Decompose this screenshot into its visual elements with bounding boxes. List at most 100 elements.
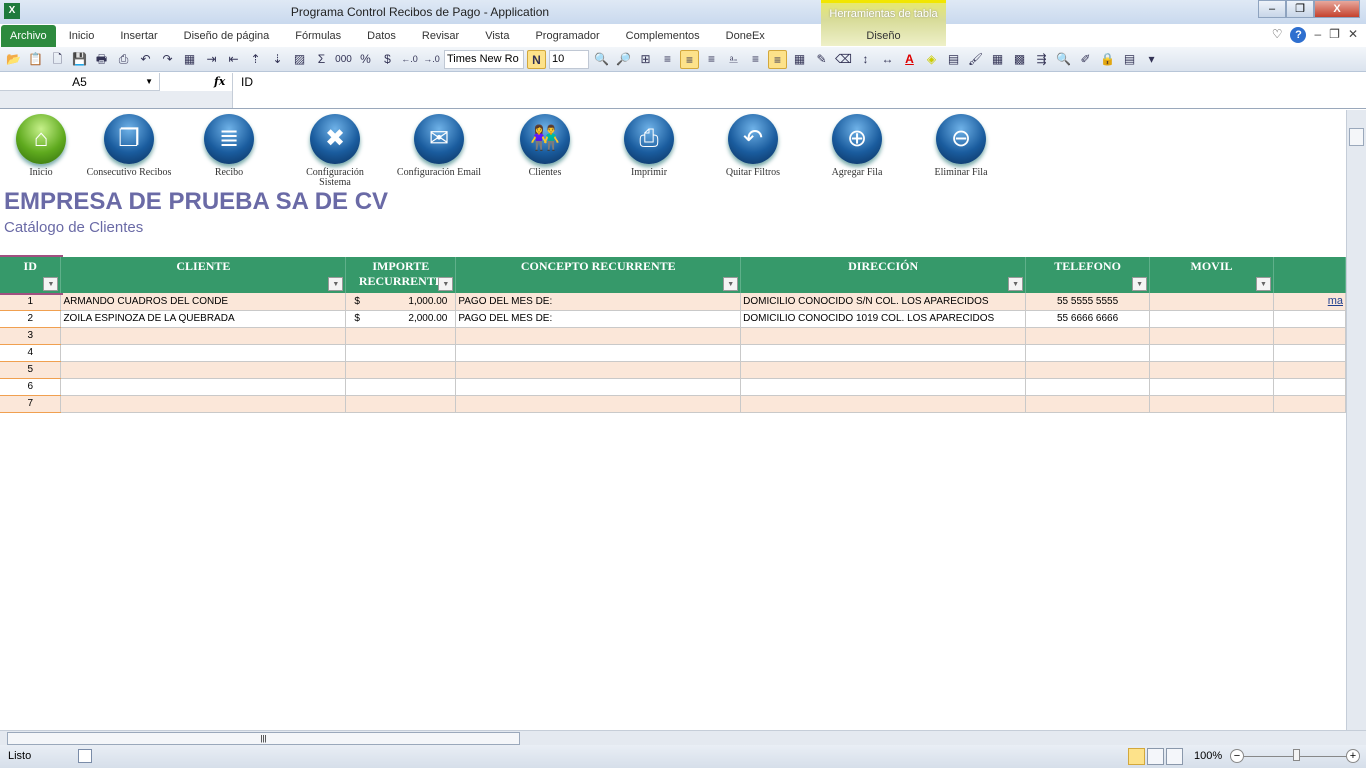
minimize-button[interactable]: – (1258, 0, 1286, 18)
tab-0[interactable]: Archivo (1, 24, 56, 47)
align-middle-icon[interactable]: ≡ (746, 50, 765, 69)
search-icon[interactable]: 🔎 (614, 50, 633, 69)
cell-email-link[interactable] (1273, 361, 1346, 379)
save-icon[interactable]: 💾 (70, 50, 89, 69)
nav-button-4[interactable]: ✉ Configuración Email (394, 114, 484, 178)
column-header[interactable]: IMPORTE RECURRENTE ▼ (345, 257, 457, 293)
insert-function-icon[interactable]: fx (214, 75, 225, 88)
tab-5[interactable]: Datos (354, 25, 409, 47)
nav-button-3[interactable]: ✖ Configuración Sistema (290, 114, 380, 188)
cell-id[interactable]: 1 (0, 293, 62, 311)
filter-dropdown-icon[interactable]: ▼ (1255, 277, 1271, 291)
column-header[interactable]: ID ▼ (0, 255, 63, 295)
horizontal-scrollbar[interactable]: ||| (0, 730, 1366, 745)
fill-color-icon[interactable]: ◈ (922, 50, 941, 69)
decrease-decimal-icon[interactable]: →.0 (422, 50, 441, 69)
edit-icon[interactable]: ✐ (1076, 50, 1095, 69)
font-name-select[interactable]: Times New Ro (444, 49, 524, 69)
column-width-icon[interactable]: ↔ (878, 50, 897, 69)
tab-4[interactable]: Fórmulas (282, 25, 354, 47)
cell-telefono[interactable] (1025, 378, 1151, 396)
cell-importe[interactable] (345, 378, 457, 396)
cell-movil[interactable] (1149, 293, 1274, 311)
cell-concepto[interactable]: PAGO DEL MES DE: (455, 293, 742, 311)
cell-email-link[interactable] (1273, 310, 1346, 328)
lock-icon[interactable]: 🔒 (1098, 50, 1117, 69)
cell-cliente[interactable] (60, 327, 347, 345)
column-header[interactable]: TELEFONO ▼ (1025, 257, 1151, 293)
cell-telefono[interactable] (1025, 327, 1151, 345)
cell-id[interactable]: 4 (0, 344, 62, 362)
nav-button-0[interactable]: ⌂ Inicio (0, 114, 86, 178)
cell-importe[interactable] (345, 327, 457, 345)
cell-cliente[interactable] (60, 378, 347, 396)
zoom-level[interactable]: 100% (1194, 750, 1222, 762)
form-icon[interactable]: ▤ (1120, 50, 1139, 69)
cell-cliente[interactable]: ARMANDO CUADROS DEL CONDE (60, 293, 347, 311)
print-icon[interactable]: ⎙ (114, 50, 133, 69)
paste-icon[interactable]: 📋 (26, 50, 45, 69)
nav-button-9[interactable]: ⊖ Eliminar Fila (916, 114, 1006, 178)
picture-icon[interactable]: ▨ (290, 50, 309, 69)
workbook-restore-icon[interactable]: ❐ (1329, 27, 1340, 43)
cell-direccion[interactable]: DOMICILIO CONOCIDO S/N COL. LOS APARECID… (740, 293, 1027, 311)
zoom-in-icon[interactable]: + (1346, 749, 1360, 763)
cell-concepto[interactable] (455, 344, 742, 362)
cell-direccion[interactable] (740, 361, 1027, 379)
vertical-scrollbar[interactable] (1346, 110, 1366, 730)
minimize-ribbon-icon[interactable]: ♡ (1272, 27, 1283, 43)
workbook-close-icon[interactable]: ✕ (1348, 27, 1358, 43)
tab-2[interactable]: Insertar (107, 25, 170, 47)
align-bottom-icon[interactable]: ⎁ (724, 50, 743, 69)
align-center-icon[interactable]: ≡ (680, 49, 699, 69)
column-header[interactable]: CONCEPTO RECURRENTE ▼ (455, 257, 742, 293)
cell-concepto[interactable] (455, 395, 742, 413)
customize-icon[interactable]: ▾ (1142, 50, 1161, 69)
delete-rows-icon[interactable]: ⇣ (268, 50, 287, 69)
cell-direccion[interactable] (740, 378, 1027, 396)
delete-cells-icon[interactable]: ⇤ (224, 50, 243, 69)
help-icon[interactable]: ? (1290, 27, 1307, 43)
name-box[interactable]: A5 ▼ (0, 73, 160, 91)
cell-email-link[interactable] (1273, 395, 1346, 413)
font-color-icon[interactable]: A (900, 50, 919, 69)
cell-concepto[interactable] (455, 378, 742, 396)
filter-dropdown-icon[interactable]: ▼ (1008, 277, 1024, 291)
column-header[interactable]: CLIENTE ▼ (60, 257, 347, 293)
redo-icon[interactable]: ↷ (158, 50, 177, 69)
cell-email-link[interactable] (1273, 344, 1346, 362)
tab-10[interactable]: DoneEx (713, 25, 778, 47)
print-preview-icon[interactable]: 🖶 (92, 50, 111, 69)
filter-dropdown-icon[interactable]: ▼ (328, 277, 344, 291)
indent-icon[interactable]: ⇶ (1032, 50, 1051, 69)
cell-importe[interactable] (345, 344, 457, 362)
nav-button-7[interactable]: ↶ Quitar Filtros (708, 114, 798, 178)
nav-button-5[interactable]: 👫 Clientes (500, 114, 590, 178)
format-icon[interactable]: ▦ (180, 50, 199, 69)
restore-button[interactable]: ❐ (1286, 0, 1314, 18)
cell-telefono[interactable] (1025, 395, 1151, 413)
formula-input[interactable]: ID (232, 73, 1346, 108)
table-icon[interactable]: ▦ (988, 50, 1007, 69)
zoom-slider[interactable]: − + (1230, 749, 1360, 763)
print-area-icon[interactable]: ▤ (944, 50, 963, 69)
zoom-out-icon[interactable]: − (1230, 749, 1244, 763)
nav-button-6[interactable]: ⎙ Imprimir (604, 114, 694, 178)
cell-movil[interactable] (1149, 361, 1274, 379)
tab-7[interactable]: Vista (472, 25, 522, 47)
open-icon[interactable]: 📂 (4, 50, 23, 69)
border-color-icon[interactable]: ✎ (812, 50, 831, 69)
tab-8[interactable]: Programador (522, 25, 612, 47)
bold-button[interactable]: N (527, 49, 546, 69)
tab-9[interactable]: Complementos (613, 25, 713, 47)
cell-direccion[interactable] (740, 395, 1027, 413)
cell-telefono[interactable]: 55 5555 5555 (1025, 293, 1151, 311)
cell-email-link[interactable] (1273, 378, 1346, 396)
cell-id[interactable]: 7 (0, 395, 62, 413)
align-top-icon[interactable]: ≡ (768, 49, 787, 69)
nav-button-8[interactable]: ⊕ Agregar Fila (812, 114, 902, 178)
borders-icon[interactable]: ▦ (790, 50, 809, 69)
column-header[interactable]: MOVIL ▼ (1149, 257, 1274, 293)
cell-cliente[interactable]: ZOILA ESPINOZA DE LA QUEBRADA (60, 310, 347, 328)
cell-importe[interactable]: $1,000.00 (345, 293, 457, 311)
